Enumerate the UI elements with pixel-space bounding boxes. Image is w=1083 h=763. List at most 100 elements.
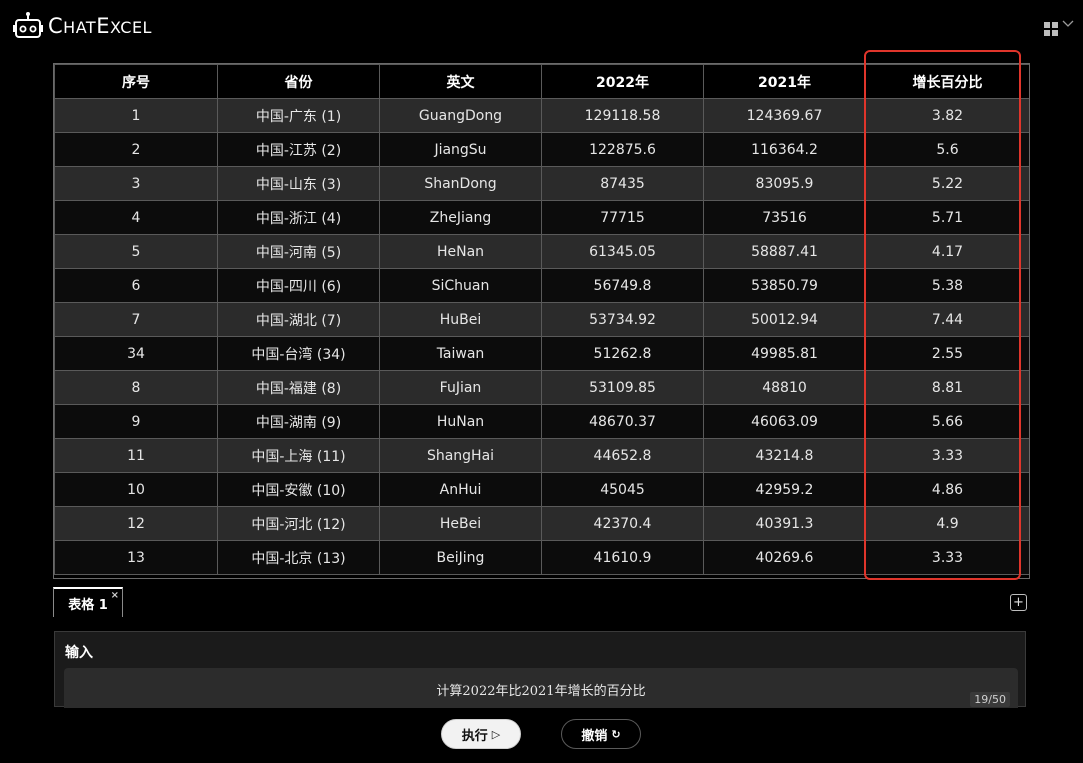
grid-menu-button[interactable] (1044, 20, 1074, 36)
table-cell[interactable]: 2.55 (865, 336, 1029, 371)
table-row[interactable]: 12 中国-河北 (12) HeBei 42370.4 40391.3 4.9 (54, 506, 1029, 541)
tab-sheet-1[interactable]: 表格 1 × (53, 587, 123, 617)
table-row[interactable]: 7 中国-湖北 (7) HuBei 53734.92 50012.94 7.44 (54, 302, 1029, 337)
table-cell[interactable]: 中国-浙江 (4) (217, 200, 380, 235)
table-cell[interactable]: 3.82 (865, 98, 1029, 133)
table-cell[interactable]: 124369.67 (703, 98, 866, 133)
table-cell[interactable]: 中国-上海 (11) (217, 438, 380, 473)
table-cell[interactable]: 8 (54, 370, 218, 405)
table-row[interactable]: 8 中国-福建 (8) FuJian 53109.85 48810 8.81 (54, 370, 1029, 405)
table-cell[interactable]: 44652.8 (541, 438, 704, 473)
table-cell[interactable]: 中国-河北 (12) (217, 506, 380, 541)
table-cell[interactable]: 中国-安徽 (10) (217, 472, 380, 507)
table-cell[interactable]: 122875.6 (541, 132, 704, 167)
column-header[interactable]: 英文 (379, 64, 542, 99)
column-header[interactable]: 2022年 (541, 64, 704, 99)
table-cell[interactable]: 3.33 (865, 438, 1029, 473)
table-cell[interactable]: 7 (54, 302, 218, 337)
column-header[interactable]: 序号 (54, 64, 218, 99)
prompt-input[interactable]: 计算2022年比2021年增长的百分比 19/50 (64, 668, 1018, 708)
table-cell[interactable]: 43214.8 (703, 438, 866, 473)
table-cell[interactable]: 中国-河南 (5) (217, 234, 380, 269)
table-cell[interactable]: 5.6 (865, 132, 1029, 167)
table-cell[interactable]: HuBei (379, 302, 542, 337)
table-cell[interactable]: JiangSu (379, 132, 542, 167)
table-row[interactable]: 1 中国-广东 (1) GuangDong 129118.58 124369.67 3.8… (54, 98, 1029, 133)
table-cell[interactable]: 7.44 (865, 302, 1029, 337)
table-row[interactable]: 10 中国-安徽 (10) AnHui 45045 42959.2 4.86 (54, 472, 1029, 507)
table-cell[interactable]: 11 (54, 438, 218, 473)
table-cell[interactable]: 129118.58 (541, 98, 704, 133)
table-cell[interactable]: 58887.41 (703, 234, 866, 269)
column-header[interactable]: 2021年 (703, 64, 866, 99)
table-cell[interactable]: 4.86 (865, 472, 1029, 507)
column-header[interactable]: 省份 (217, 64, 380, 99)
table-cell[interactable]: 3.33 (865, 540, 1029, 575)
table-cell[interactable]: HuNan (379, 404, 542, 439)
table-row[interactable]: 3 中国-山东 (3) ShanDong 87435 83095.9 5.22 (54, 166, 1029, 201)
table-cell[interactable]: AnHui (379, 472, 542, 507)
table-row[interactable]: 11 中国-上海 (11) ShangHai 44652.8 43214.8 3.33 (54, 438, 1029, 473)
table-cell[interactable]: 中国-湖南 (9) (217, 404, 380, 439)
table-cell[interactable]: 中国-四川 (6) (217, 268, 380, 303)
table-cell[interactable]: 中国-湖北 (7) (217, 302, 380, 337)
table-cell[interactable]: 41610.9 (541, 540, 704, 575)
table-cell[interactable]: 53109.85 (541, 370, 704, 405)
prompt-input-value[interactable]: 计算2022年比2021年增长的百分比 (64, 680, 1018, 699)
table-cell[interactable]: 中国-福建 (8) (217, 370, 380, 405)
table-cell[interactable]: 13 (54, 540, 218, 575)
table-cell[interactable]: 4.17 (865, 234, 1029, 269)
table-cell[interactable]: 45045 (541, 472, 704, 507)
table-cell[interactable]: 83095.9 (703, 166, 866, 201)
table-cell[interactable]: 56749.8 (541, 268, 704, 303)
table-row[interactable]: 6 中国-四川 (6) SiChuan 56749.8 53850.79 5.38 (54, 268, 1029, 303)
table-cell[interactable]: GuangDong (379, 98, 542, 133)
table-cell[interactable]: BeiJing (379, 540, 542, 575)
table-cell[interactable]: 3 (54, 166, 218, 201)
table-cell[interactable]: 中国-广东 (1) (217, 98, 380, 133)
table-cell[interactable]: 中国-北京 (13) (217, 540, 380, 575)
table-cell[interactable]: 中国-江苏 (2) (217, 132, 380, 167)
close-icon[interactable]: × (111, 591, 119, 601)
table-cell[interactable]: 4 (54, 200, 218, 235)
table-cell[interactable]: 50012.94 (703, 302, 866, 337)
table-row[interactable]: 9 中国-湖南 (9) HuNan 48670.37 46063.09 5.66 (54, 404, 1029, 439)
table-cell[interactable]: 87435 (541, 166, 704, 201)
table-row[interactable]: 13 中国-北京 (13) BeiJing 41610.9 40269.6 3.33 (54, 540, 1029, 575)
table-cell[interactable]: 5.66 (865, 404, 1029, 439)
table-cell[interactable]: 61345.05 (541, 234, 704, 269)
data-table-container[interactable]: 序号 省份 英文 2022年 2021年 增长百分比 1 中国-广东 (1) Gua… (53, 63, 1030, 579)
table-cell[interactable]: 10 (54, 472, 218, 507)
table-cell[interactable]: 中国-山东 (3) (217, 166, 380, 201)
table-cell[interactable]: 9 (54, 404, 218, 439)
table-cell[interactable]: SiChuan (379, 268, 542, 303)
column-header[interactable]: 增长百分比 (865, 64, 1029, 99)
table-cell[interactable]: FuJian (379, 370, 542, 405)
table-cell[interactable]: 77715 (541, 200, 704, 235)
table-cell[interactable]: ShanDong (379, 166, 542, 201)
table-cell[interactable]: 42959.2 (703, 472, 866, 507)
table-cell[interactable]: 2 (54, 132, 218, 167)
table-cell[interactable]: 53850.79 (703, 268, 866, 303)
undo-button[interactable]: 撤销 ↻ (561, 719, 641, 749)
table-cell[interactable]: HeBei (379, 506, 542, 541)
table-cell[interactable]: 5.71 (865, 200, 1029, 235)
table-row[interactable]: 5 中国-河南 (5) HeNan 61345.05 58887.41 4.17 (54, 234, 1029, 269)
table-row[interactable]: 34 中国-台湾 (34) Taiwan 51262.8 49985.81 2.55 (54, 336, 1029, 371)
table-cell[interactable]: 73516 (703, 200, 866, 235)
table-cell[interactable]: 12 (54, 506, 218, 541)
table-cell[interactable]: Taiwan (379, 336, 542, 371)
table-cell[interactable]: 51262.8 (541, 336, 704, 371)
table-cell[interactable]: 5.38 (865, 268, 1029, 303)
table-cell[interactable]: 53734.92 (541, 302, 704, 337)
table-cell[interactable]: 48810 (703, 370, 866, 405)
add-sheet-button[interactable]: + (1010, 594, 1027, 611)
table-cell[interactable]: 8.81 (865, 370, 1029, 405)
table-cell[interactable]: 6 (54, 268, 218, 303)
table-cell[interactable]: 40391.3 (703, 506, 866, 541)
table-cell[interactable]: 42370.4 (541, 506, 704, 541)
table-row[interactable]: 4 中国-浙江 (4) ZheJiang 77715 73516 5.71 (54, 200, 1029, 235)
table-cell[interactable]: 5 (54, 234, 218, 269)
table-cell[interactable]: 116364.2 (703, 132, 866, 167)
table-cell[interactable]: 49985.81 (703, 336, 866, 371)
